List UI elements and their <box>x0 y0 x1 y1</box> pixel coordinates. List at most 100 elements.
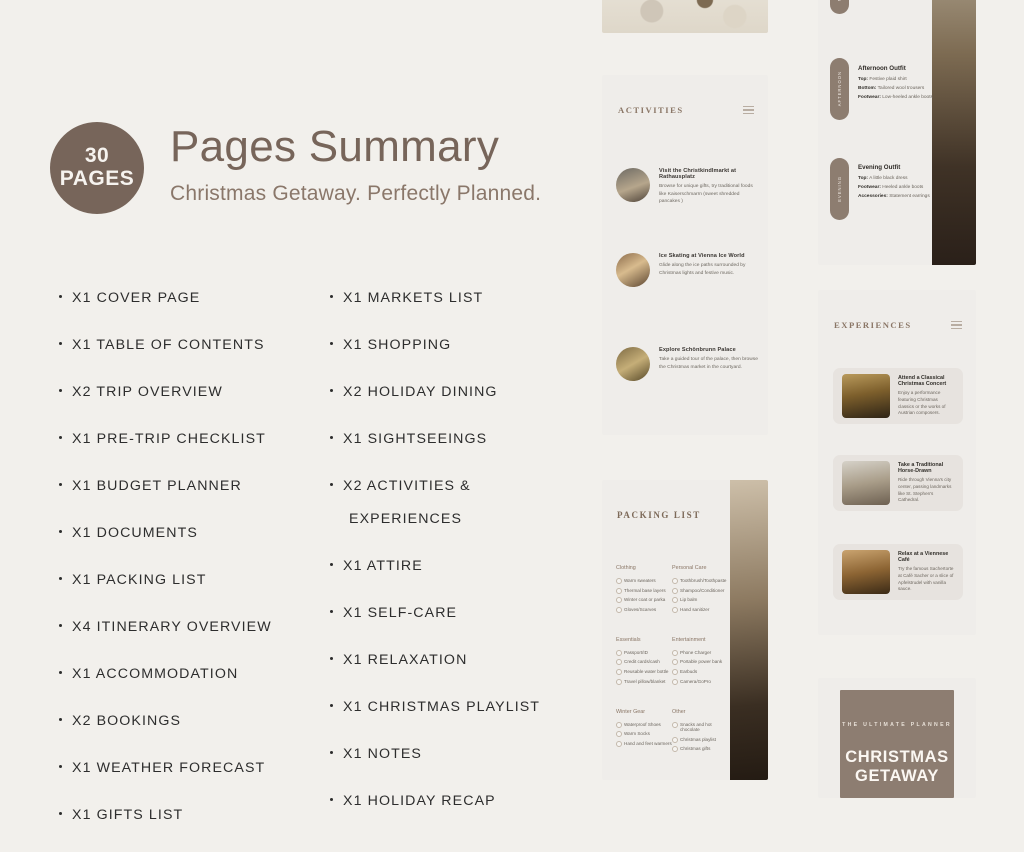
cover-kicker: THE ULTIMATE PLANNER <box>842 722 952 728</box>
mockup-activities-page: ACTIVITIES Visit the Christkindlmarkt at… <box>602 75 768 435</box>
packing-item[interactable]: Snacks and hot chocolate <box>672 721 728 733</box>
attire-line-label: Footwear: <box>858 185 881 191</box>
experiences-header: EXPERIENCES <box>834 320 962 330</box>
attire-block-evening: Evening Outfit Top: A little black dress… <box>858 164 944 204</box>
attire-line-value: Heeled ankle boots <box>882 185 924 191</box>
activity-title: Explore Schönbrunn Palace <box>659 347 736 353</box>
attire-tab-morning: MORNING <box>830 0 849 14</box>
attire-line-value: Low-heeled ankle boots <box>882 95 933 101</box>
badge-label: PAGES <box>59 167 135 190</box>
poster-canvas: 30 PAGES Pages Summary Christmas Getaway… <box>0 0 1024 823</box>
packing-item[interactable]: Winter coat or parka <box>616 597 672 603</box>
attire-line: Top: Festive plaid shirt <box>858 77 944 83</box>
attire-line-label: Top: <box>858 176 869 181</box>
list-item: X1 RELAXATION <box>329 650 578 671</box>
attire-line-value: Statement earrings <box>889 194 930 200</box>
activity-thumbnail <box>616 168 650 202</box>
packing-item[interactable]: Hand and feet warmers <box>616 740 672 747</box>
packing-item[interactable]: Travel pillow/blanket <box>616 678 672 685</box>
activity-item: Visit the Christkindlmarkt at Rathauspla… <box>616 168 758 206</box>
attire-line-value: A little black dress <box>869 176 908 181</box>
packing-item[interactable]: Warm sweaters <box>616 578 672 584</box>
experience-card[interactable]: Attend a Classical Christmas Concert Enj… <box>833 368 963 424</box>
packing-item[interactable]: Lip balm <box>672 597 728 603</box>
mockup-cover-page: THE ULTIMATE PLANNER CHRISTMAS GETAWAY <box>818 678 976 798</box>
cover-title-line1: CHRISTMAS <box>845 748 949 766</box>
activity-item: Ice Skating at Vienna Ice World Glide al… <box>616 253 758 287</box>
experience-description: Enjoy a performance featuring Christmas … <box>898 389 946 416</box>
attire-line-label: Accessories: <box>858 194 888 200</box>
activity-description: Take a guided tour of the palace, then b… <box>659 357 758 370</box>
experience-thumbnail <box>842 461 890 505</box>
list-item: X1 HOLIDAY RECAP <box>329 791 578 812</box>
packing-group: Essentials Passport/ID Credit cards/cash… <box>616 637 672 689</box>
mockup-photo-strip <box>602 0 768 33</box>
list-item-continuation: EXPERIENCES <box>349 510 463 527</box>
packing-item[interactable]: Phone Charger <box>672 649 728 656</box>
packing-item[interactable]: Warm Socks <box>616 731 672 737</box>
activity-thumbnail <box>616 253 650 287</box>
packing-item[interactable]: Camera/GoPro <box>672 678 728 685</box>
list-item: X1 PRE-TRIP CHECKLIST <box>58 429 307 450</box>
experience-card[interactable]: Relax at a Viennese Café Try the famous … <box>833 544 963 600</box>
list-item: X1 SIGHTSEEINGS <box>329 429 578 450</box>
activity-title: Ice Skating at Vienna Ice World <box>659 253 745 259</box>
experience-description: Try the famous Sachertorte at Café Sache… <box>898 565 954 592</box>
packing-item[interactable]: Waterproof Shoes <box>616 721 672 727</box>
list-item: X2 HOLIDAY DINING <box>329 382 578 403</box>
experience-thumbnail <box>842 550 890 594</box>
packing-group-title: Essentials <box>616 636 641 643</box>
packing-item[interactable]: Hand sanitizer <box>672 607 728 613</box>
activity-item: Explore Schönbrunn Palace Take a guided … <box>616 347 758 381</box>
hamburger-icon[interactable] <box>743 106 754 114</box>
cover-title-line2: GETAWAY <box>855 766 939 785</box>
list-item: X1 MARKETS LIST <box>329 288 578 309</box>
list-item: X1 TABLE OF CONTENTS <box>58 335 307 356</box>
attire-tab-label: EVENING <box>837 176 842 202</box>
activity-thumbnail <box>616 347 650 381</box>
packing-group: Clothing Warm sweaters Thermal base laye… <box>616 565 672 617</box>
attire-line-label: Bottom: <box>858 86 877 92</box>
badge-number: 30 <box>84 144 110 168</box>
pages-count-badge: 30 PAGES <box>50 122 144 214</box>
list-item: X1 BUDGET PLANNER <box>58 476 307 497</box>
packing-item[interactable]: Passport/ID <box>616 649 672 656</box>
summary-left-column: X1 COVER PAGE X1 TABLE OF CONTENTS X2 TR… <box>58 288 307 852</box>
attire-line-label: Top: <box>858 77 869 82</box>
packing-item[interactable]: Portable power bank <box>672 659 728 665</box>
packing-item[interactable]: Christmas playlist <box>672 736 728 743</box>
packing-item[interactable]: Gloves/Scarves <box>616 607 672 613</box>
list-item: X2 BOOKINGS <box>58 711 307 732</box>
packing-item[interactable]: Credit cards/cash <box>616 659 672 665</box>
packing-item[interactable]: Reusable water bottle <box>616 669 672 675</box>
packing-group: Entertainment Phone Charger Portable pow… <box>672 637 728 689</box>
experience-title: Take a Traditional Horse-Drawn <box>898 461 944 474</box>
packing-group-title: Entertainment <box>672 636 706 643</box>
attire-tab-evening: EVENING <box>830 158 849 220</box>
cover-inner: THE ULTIMATE PLANNER CHRISTMAS GETAWAY <box>840 690 954 798</box>
list-item: X1 SELF-CARE <box>329 603 578 624</box>
packing-group-title: Clothing <box>616 565 636 571</box>
packing-item[interactable]: Christmas gifts <box>672 746 728 752</box>
list-item: X2 TRIP OVERVIEW <box>58 382 307 403</box>
experiences-heading: EXPERIENCES <box>834 320 912 330</box>
attire-line: Footwear: Low-heeled ankle boots <box>858 95 944 101</box>
packing-item[interactable]: Thermal base layers <box>616 587 672 594</box>
summary-right-column: X1 MARKETS LIST X1 SHOPPING X2 HOLIDAY D… <box>329 288 578 852</box>
mockup-attire-page: MORNING Morning Outfit Bottom: High-wais… <box>818 0 976 265</box>
hamburger-icon[interactable] <box>951 321 962 329</box>
packing-photo <box>730 480 768 780</box>
packing-item[interactable]: Shampoo/Conditioner <box>672 587 728 594</box>
list-item: X1 GIFTS LIST <box>58 805 307 826</box>
list-item: X4 ITINERARY OVERVIEW <box>58 617 307 638</box>
mockup-experiences-page: EXPERIENCES Attend a Classical Christmas… <box>818 290 976 635</box>
page-subtitle: Christmas Getaway. Perfectly Planned. <box>170 182 542 205</box>
packing-heading: PACKING LIST <box>617 510 701 520</box>
packing-item[interactable]: Toothbrush/Toothpaste <box>672 578 728 584</box>
packing-group: Other Snacks and hot chocolate Christmas… <box>672 709 728 757</box>
packing-item[interactable]: Earbuds <box>672 669 728 675</box>
packing-group-title: Personal Care <box>672 565 707 571</box>
packing-group-title: Other <box>672 708 686 715</box>
experience-card[interactable]: Take a Traditional Horse-Drawn Ride thro… <box>833 455 963 511</box>
attire-line: Footwear: Heeled ankle boots <box>858 185 944 191</box>
